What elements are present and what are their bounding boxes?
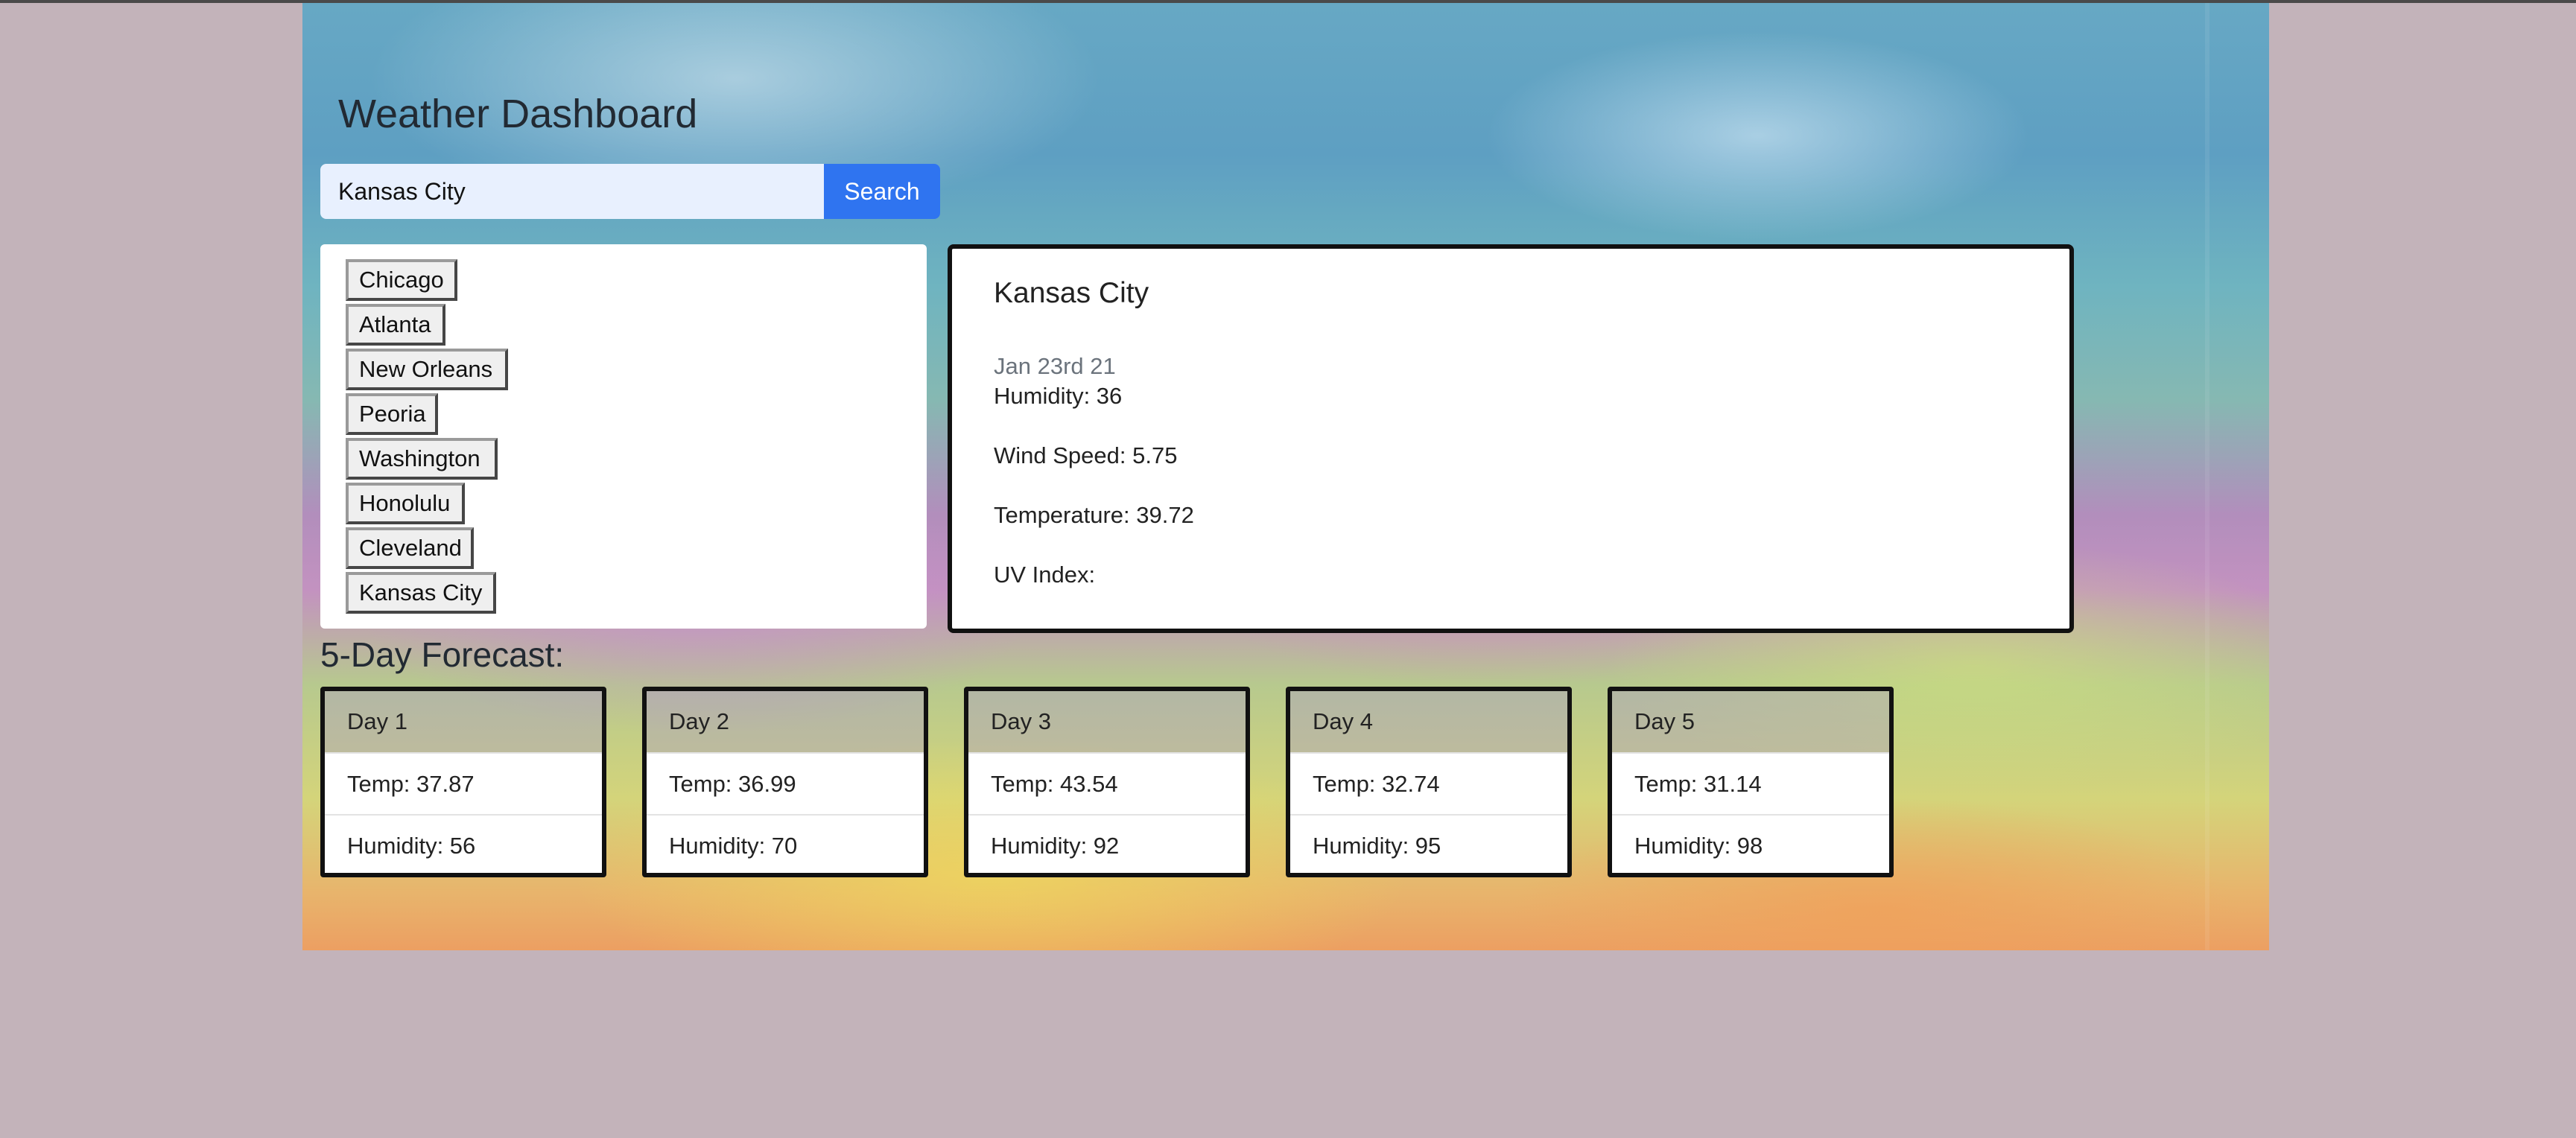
current-city-name: Kansas City [994,277,1149,309]
history-city-button[interactable]: Atlanta [346,304,445,346]
dashboard-panel: Weather Dashboard Search Chicago Atlanta… [302,3,2269,950]
forecast-day-temp: Temp: 32.74 [1290,752,1567,814]
search-history-list: Chicago Atlanta New Orleans Peoria Washi… [320,244,927,629]
forecast-day-label: Day 2 [647,691,924,752]
search-button[interactable]: Search [824,164,940,219]
history-city-button[interactable]: Kansas City [346,572,496,614]
forecast-day-label: Day 1 [325,691,602,752]
background-seam [2205,3,2209,950]
history-city-button[interactable]: New Orleans [346,349,508,390]
forecast-day-temp: Temp: 43.54 [968,752,1246,814]
current-temperature: Temperature: 39.72 [994,502,1194,528]
forecast-day-temp: Temp: 37.87 [325,752,602,814]
forecast-day-card: Day 2 Temp: 36.99 Humidity: 70 [642,687,928,877]
current-weather-card: Kansas City Jan 23rd 21 Humidity: 36 Win… [948,244,2074,633]
current-wind-speed: Wind Speed: 5.75 [994,442,1178,468]
forecast-day-temp: Temp: 31.14 [1612,752,1889,814]
forecast-day-card: Day 3 Temp: 43.54 Humidity: 92 [964,687,1250,877]
forecast-day-label: Day 3 [968,691,1246,752]
current-uv-index: UV Index: [994,562,1096,588]
forecast-day-card: Day 5 Temp: 31.14 Humidity: 98 [1608,687,1894,877]
history-city-button[interactable]: Cleveland [346,527,474,569]
history-city-button[interactable]: Chicago [346,259,457,301]
history-city-button[interactable]: Washington [346,438,498,480]
forecast-day-card: Day 4 Temp: 32.74 Humidity: 95 [1286,687,1572,877]
forecast-day-temp: Temp: 36.99 [647,752,924,814]
history-city-button[interactable]: Honolulu [346,483,465,524]
forecast-day-label: Day 4 [1290,691,1567,752]
forecast-day-humidity: Humidity: 70 [647,814,924,873]
forecast-day-label: Day 5 [1612,691,1889,752]
forecast-day-humidity: Humidity: 95 [1290,814,1567,873]
forecast-day-humidity: Humidity: 98 [1612,814,1889,873]
page-title: Weather Dashboard [338,92,698,136]
forecast-title: 5-Day Forecast: [320,635,565,674]
current-date: Jan 23rd 21 [994,353,1116,379]
forecast-day-humidity: Humidity: 92 [968,814,1246,873]
forecast-day-humidity: Humidity: 56 [325,814,602,873]
city-search-input[interactable] [320,164,824,219]
forecast-day-card: Day 1 Temp: 37.87 Humidity: 56 [320,687,606,877]
current-humidity: Humidity: 36 [994,383,1123,409]
history-city-button[interactable]: Peoria [346,393,438,435]
